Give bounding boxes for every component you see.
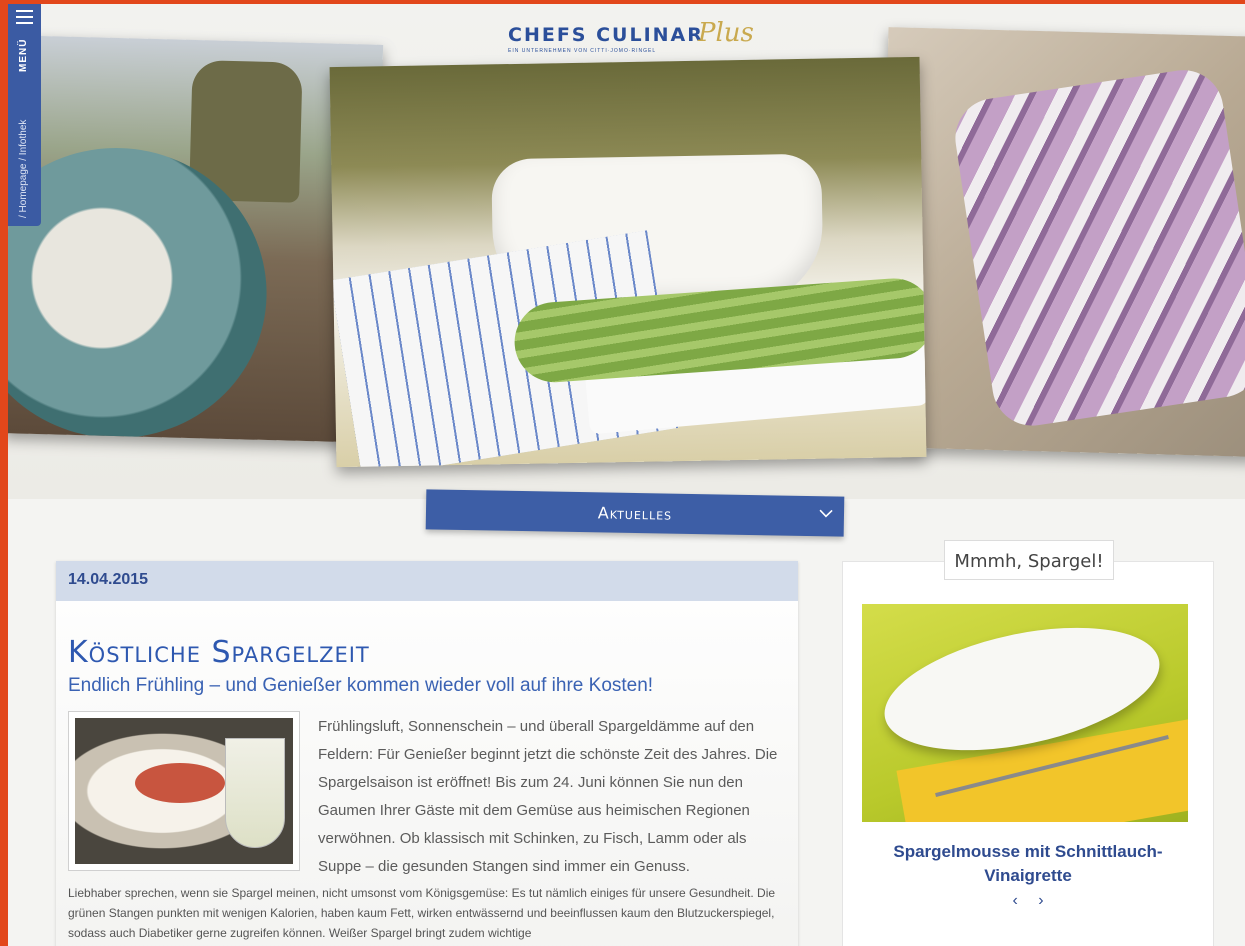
prev-arrow-icon[interactable]: ‹ [1012, 892, 1017, 909]
article-card: 14.04.2015 Köstliche Spargelzeit Endlich… [56, 561, 798, 946]
recipe-title-link[interactable]: Spargelmousse mit Schnittlauch-Vinaigret… [873, 840, 1183, 888]
section-dropdown[interactable]: Aktuelles [425, 489, 845, 537]
purple-asparagus-photo [877, 27, 1245, 457]
article-subtitle: Endlich Frühling – und Genießer kommen w… [68, 675, 654, 696]
hero-collage: CHEFS CULINAR Plus EIN UNTERNEHMEN VON C… [8, 4, 1245, 499]
page: CHEFS CULINAR Plus EIN UNTERNEHMEN VON C… [8, 4, 1245, 946]
hamburger-icon[interactable] [16, 10, 33, 28]
article-image[interactable] [68, 711, 300, 871]
chevron-down-icon[interactable] [818, 506, 834, 524]
logo[interactable]: CHEFS CULINAR Plus EIN UNTERNEHMEN VON C… [508, 18, 768, 58]
article-title: Köstliche Spargelzeit [68, 635, 370, 670]
recipe-teaser: Mmmh, Spargel! Spargelmousse mit Schnitt… [842, 540, 1214, 946]
next-arrow-icon[interactable]: › [1038, 892, 1043, 909]
side-menu[interactable]: MENÜ / Homepage / Infothek [8, 4, 41, 226]
logo-plus: Plus [698, 18, 754, 48]
article-lead: Frühlingsluft, Sonnenschein – und überal… [318, 718, 778, 875]
menu-label[interactable]: MENÜ [18, 39, 29, 72]
section-label: Aktuelles [597, 503, 673, 524]
article-date: 14.04.2015 [56, 561, 798, 601]
asparagus-harvest-photo [8, 35, 384, 443]
article-body: Liebhaber sprechen, wenn sie Spargel mei… [68, 886, 776, 940]
logo-tagline: EIN UNTERNEHMEN VON CITTI·JOMO·RINGEL [508, 48, 657, 54]
carousel-nav: ‹ › [843, 892, 1213, 910]
teaser-tag: Mmmh, Spargel! [944, 540, 1114, 580]
logo-wordmark: CHEFS CULINAR [508, 24, 704, 46]
green-asparagus-photo [329, 56, 927, 468]
recipe-image[interactable] [862, 604, 1188, 822]
breadcrumb[interactable]: / Homepage / Infothek [18, 120, 29, 218]
